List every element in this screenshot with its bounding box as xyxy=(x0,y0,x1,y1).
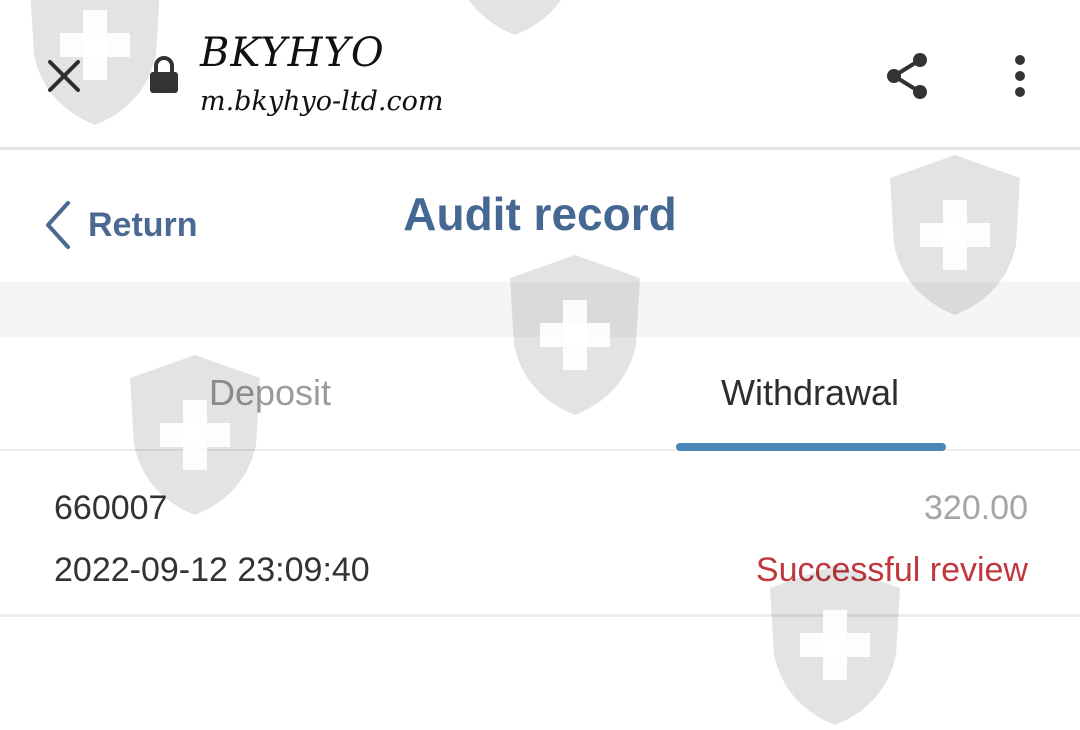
record-id: 660007 xyxy=(54,489,168,527)
tab-withdrawal[interactable]: Withdrawal xyxy=(540,337,1080,449)
close-icon[interactable] xyxy=(40,52,88,100)
site-title: BKYHYO xyxy=(200,30,385,76)
status-badge: Successful review xyxy=(755,551,1028,589)
share-icon[interactable] xyxy=(880,48,936,104)
tab-bar: Deposit Withdrawal xyxy=(0,337,1080,451)
tab-deposit[interactable]: Deposit xyxy=(0,337,540,449)
more-vert-icon[interactable] xyxy=(1005,52,1035,100)
page-header: Return Audit record xyxy=(0,152,1080,282)
section-divider xyxy=(0,282,1080,337)
record-timestamp: 2022-09-12 23:09:40 xyxy=(54,551,370,589)
tab-withdrawal-label: Withdrawal xyxy=(720,372,900,413)
site-url[interactable]: m.bkyhyo-ltd.com xyxy=(200,86,443,117)
record-amount: 320.00 xyxy=(924,489,1028,527)
tab-deposit-label: Deposit xyxy=(208,372,332,413)
list-item[interactable]: 660007 320.00 2022-09-12 23:09:40 Succes… xyxy=(0,453,1080,617)
browser-toolbar: BKYHYO m.bkyhyo-ltd.com xyxy=(0,0,1080,150)
active-tab-indicator xyxy=(676,443,946,451)
lock-icon xyxy=(150,56,178,93)
page-title: Audit record xyxy=(403,188,677,240)
